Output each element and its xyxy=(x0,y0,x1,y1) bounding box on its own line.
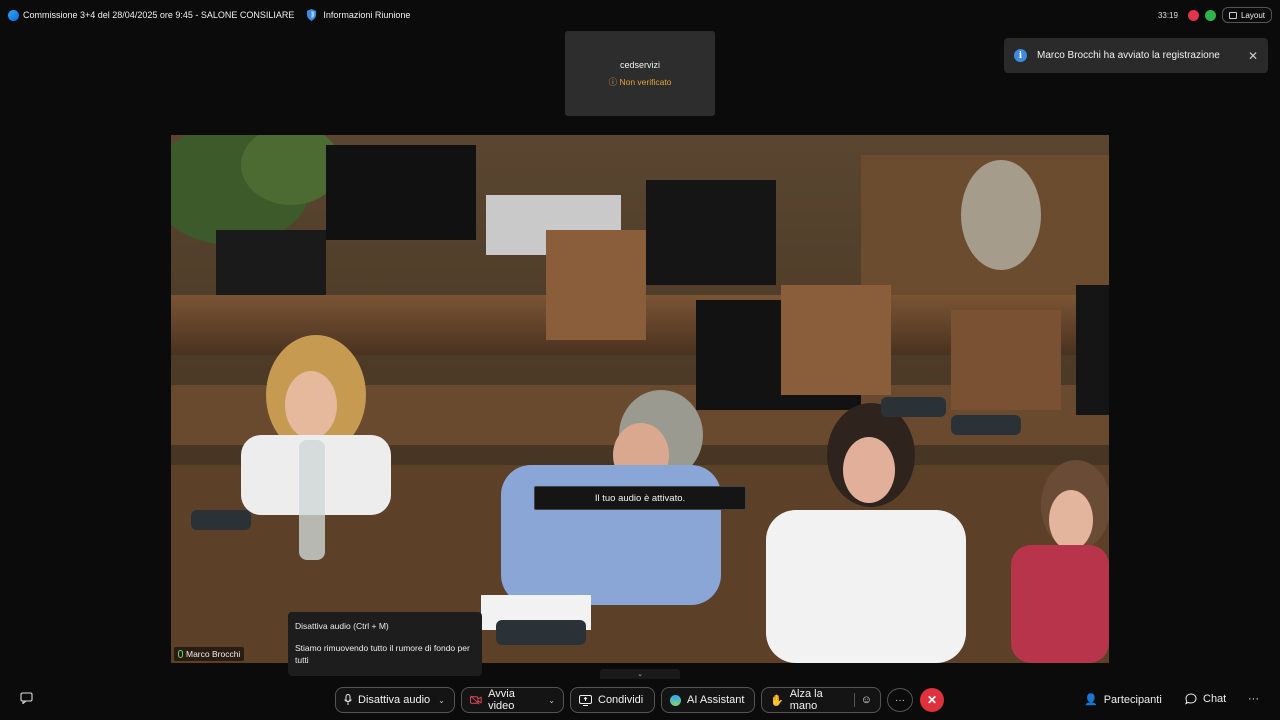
video-label: Avvia video xyxy=(488,688,515,712)
close-icon: ✕ xyxy=(926,693,938,707)
recording-icon[interactable] xyxy=(1187,9,1199,21)
meeting-toolbar: Disattiva audio ⌄ Avvia video ⌄ Condivid… xyxy=(0,683,1280,720)
reactions-icon[interactable]: ☺ xyxy=(861,694,872,706)
layout-button[interactable]: Layout xyxy=(1221,7,1272,23)
hand-icon: ✋ xyxy=(770,694,784,707)
video-scene xyxy=(171,135,1109,663)
main-video[interactable] xyxy=(171,135,1109,663)
layout-icon xyxy=(1228,11,1237,19)
tooltip-body: Stiamo rimuovendo tutto il rumore di fon… xyxy=(295,643,470,665)
collapse-toolbar-tab[interactable]: ⌄ xyxy=(600,669,680,679)
chevron-down-icon: ⌄ xyxy=(637,671,643,678)
info-icon: i xyxy=(1014,49,1027,62)
ai-assistant-label: AI Assistant xyxy=(687,694,745,706)
leave-meeting-button[interactable]: ✕ xyxy=(920,688,944,712)
close-icon[interactable]: ✕ xyxy=(1248,49,1258,63)
participant-tile[interactable]: cedservizi ⓘ Non verificato xyxy=(565,31,715,116)
share-button[interactable]: Condividi xyxy=(570,687,655,713)
chat-icon xyxy=(1185,693,1197,705)
captions-icon[interactable] xyxy=(20,692,33,704)
mic-active-icon xyxy=(178,650,183,658)
shield-icon[interactable] xyxy=(306,9,317,21)
meeting-title: Commissione 3+4 del 28/04/2025 ore 9:45 … xyxy=(23,10,295,20)
chat-button[interactable]: Chat xyxy=(1185,693,1226,705)
divider xyxy=(853,693,855,707)
more-icon: ··· xyxy=(895,694,905,706)
speaker-name-label: Marco Brocchi xyxy=(174,647,245,661)
tooltip-title: Disattiva audio (Ctrl + M) xyxy=(295,621,389,631)
recording-notification: i Marco Brocchi ha avviato la registrazi… xyxy=(1004,38,1268,73)
participants-button[interactable]: 👤 Partecipanti xyxy=(1084,693,1162,707)
connection-icon[interactable] xyxy=(1204,9,1216,21)
webex-logo-icon xyxy=(8,9,19,21)
mute-label: Disattiva audio xyxy=(358,694,431,706)
recording-timer: 33:19 xyxy=(1157,10,1178,20)
ai-assistant-button[interactable]: AI Assistant xyxy=(661,687,755,713)
raise-hand-button[interactable]: ✋ Alza la mano ☺ xyxy=(761,687,881,713)
participants-icon: 👤 xyxy=(1084,694,1098,706)
microphone-icon xyxy=(344,694,352,705)
mute-button[interactable]: Disattiva audio ⌄ xyxy=(335,687,455,713)
participants-label: Partecipanti xyxy=(1103,693,1162,706)
layout-label: Layout xyxy=(1240,10,1265,20)
more-options-button[interactable]: ··· xyxy=(887,688,913,712)
participant-name: cedservizi xyxy=(619,59,660,70)
audio-status-toast: Il tuo audio è attivato. xyxy=(534,486,746,510)
share-screen-icon xyxy=(579,694,592,706)
overflow-menu-button[interactable]: ··· xyxy=(1248,693,1259,705)
start-video-button[interactable]: Avvia video ⌄ xyxy=(461,687,564,713)
video-off-icon xyxy=(470,695,482,705)
chat-label: Chat xyxy=(1203,693,1227,705)
meeting-info-link[interactable]: Informazioni Riunione xyxy=(323,10,410,20)
title-bar: Commissione 3+4 del 28/04/2025 ore 9:45 … xyxy=(0,0,1280,30)
ai-assistant-icon xyxy=(670,694,681,706)
share-label: Condividi xyxy=(598,694,644,706)
mute-tooltip: Disattiva audio (Ctrl + M) Stiamo rimuov… xyxy=(288,612,482,676)
participant-status: ⓘ Non verificato xyxy=(608,76,672,87)
chevron-down-icon[interactable]: ⌄ xyxy=(548,696,555,705)
warning-icon: ⓘ xyxy=(608,76,618,87)
notification-text: Marco Brocchi ha avviato la registrazion… xyxy=(1037,50,1220,61)
raise-hand-label: Alza la mano xyxy=(789,688,823,712)
chevron-down-icon[interactable]: ⌄ xyxy=(438,696,445,705)
